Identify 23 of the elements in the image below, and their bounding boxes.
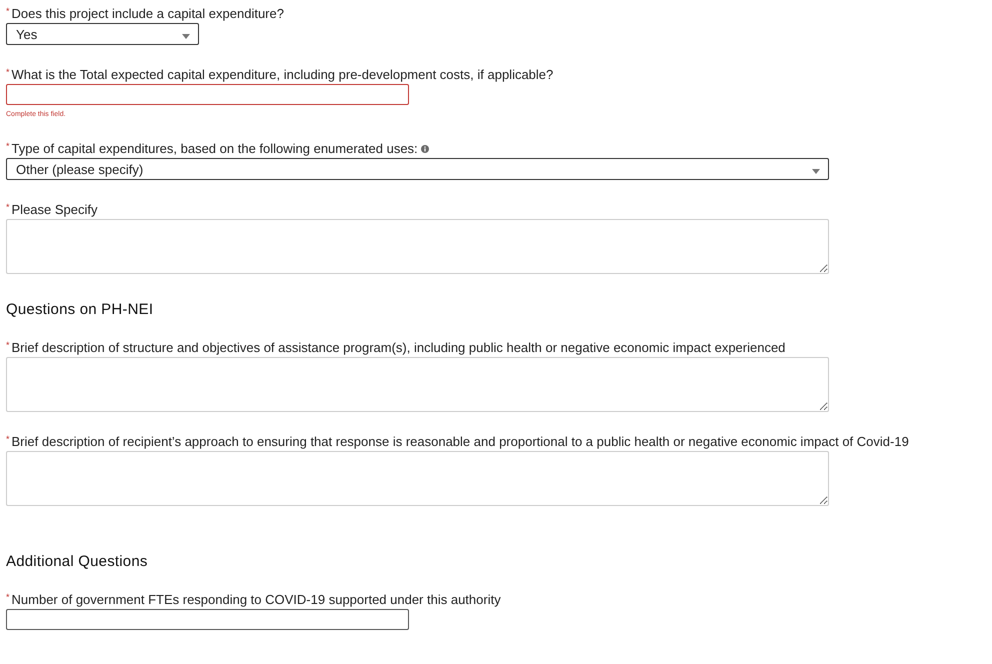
required-mark: *	[6, 201, 10, 213]
field-label: Please Specify	[12, 201, 98, 218]
caret-icon	[812, 168, 820, 174]
required-mark: *	[6, 140, 10, 152]
field-label: Does this project include a capital expenditure?	[12, 5, 284, 22]
field-label: Brief description of structure and objectives of assistance program(s), including public health or negative economic impact experienced	[12, 339, 786, 356]
caret-icon	[182, 34, 190, 38]
section-heading: Questions on PH-NEI	[6, 301, 154, 319]
section-heading: Additional Questions	[6, 553, 149, 571]
dropdown[interactable]: Other (please specify)	[6, 158, 829, 180]
input-field[interactable]	[6, 84, 409, 105]
field-label: Brief description of recipient’s approach to ensuring that response is reasonable and proportional to a public health or negative economic impact of Covid-19	[12, 433, 909, 450]
required-mark: *	[6, 433, 10, 445]
field-label: What is the Total expected capital expenditure, including pre-development costs, if applicable?	[12, 66, 554, 83]
required-mark: *	[6, 339, 10, 351]
required-mark: *	[6, 5, 10, 17]
field-label: Type of capital expenditures, based on the following enumerated uses:	[12, 140, 418, 157]
dropdown[interactable]: Yes	[6, 23, 199, 45]
info-icon[interactable]	[420, 144, 429, 152]
required-mark: *	[6, 591, 10, 603]
field-label: Number of government FTEs responding to COVID-19 supported under this authority	[12, 591, 501, 608]
required-mark: *	[6, 66, 10, 78]
input-field[interactable]	[6, 609, 409, 630]
